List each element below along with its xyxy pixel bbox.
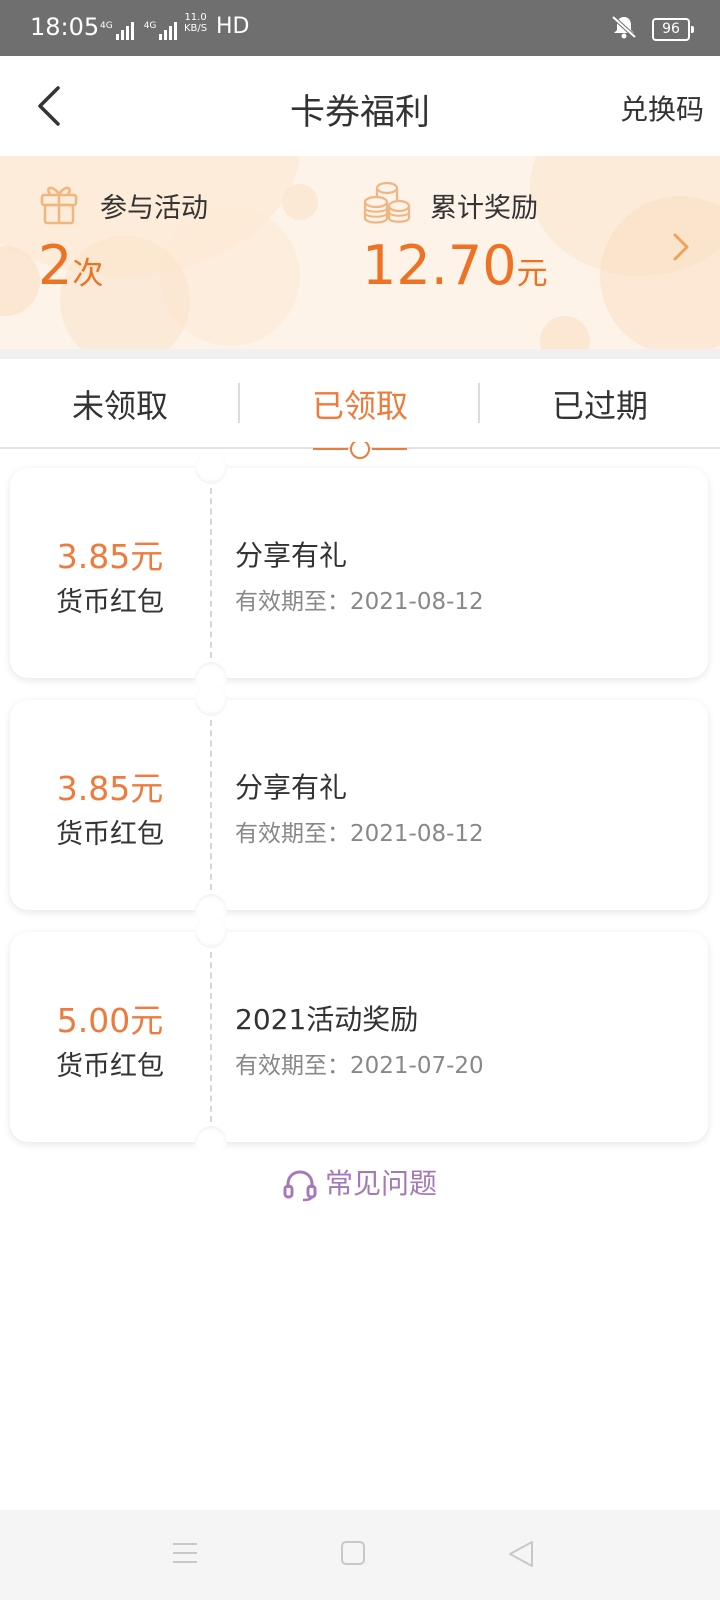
coupon-expiry: 有效期至：2021-08-12 (235, 589, 484, 615)
network-speed-value: 11.0 (184, 12, 207, 23)
network-speed-unit: KB/S (184, 23, 208, 34)
headset-icon (283, 1170, 317, 1202)
coupon-notch (195, 452, 227, 484)
coupon-amount: 3.85元 (56, 769, 164, 808)
header: 卡券福利 兑换码 (0, 56, 720, 156)
coupon-card[interactable]: 3.85元 货币红包 分享有礼 有效期至：2021-08-12 (10, 452, 708, 694)
coupon-notch (195, 684, 227, 716)
silent-bell-icon (610, 14, 638, 44)
coupon-notch (195, 1126, 227, 1158)
banner-decor (540, 316, 590, 349)
signal-1-icon: 4G (100, 22, 134, 40)
coupon-type: 货币红包 (56, 587, 164, 618)
faq-link[interactable]: 常见问题 (0, 1162, 720, 1202)
coupon-card[interactable]: 3.85元 货币红包 分享有礼 有效期至：2021-08-12 (10, 684, 708, 926)
reward-amount: 12.70元 (362, 234, 548, 297)
coupon-amount: 5.00元 (56, 1001, 164, 1040)
system-nav-bar (0, 1510, 720, 1600)
hd-indicator: HD (216, 14, 250, 39)
coupon-dashed-divider (210, 488, 212, 658)
faq-label: 常见问题 (324, 1167, 437, 1200)
coupon-expiry: 有效期至：2021-07-20 (235, 1053, 484, 1079)
coupon-type: 货币红包 (56, 1051, 164, 1082)
chevron-right-icon[interactable] (670, 232, 692, 266)
page-title: 卡券福利 (289, 93, 430, 133)
banner-decor (282, 184, 318, 220)
status-time: 18:05 (30, 13, 100, 41)
coins-icon (362, 180, 412, 230)
coupon-dashed-divider (210, 952, 212, 1122)
back-triangle-icon[interactable] (508, 1540, 534, 1572)
coupon-type: 货币红包 (56, 819, 164, 850)
tab-claimed[interactable]: 已领取 (240, 381, 480, 427)
tab-bar: 未领取 已领取 已过期 (0, 359, 720, 449)
coupon-dashed-divider (210, 720, 212, 890)
battery-indicator: 96 (652, 17, 694, 41)
tab-active-indicator (313, 439, 407, 464)
network-type-2: 4G (143, 21, 157, 31)
gift-icon (38, 181, 80, 229)
coupon-notch (195, 916, 227, 948)
status-right: 96 (610, 14, 694, 44)
participate-count: 2次 (38, 234, 104, 297)
status-bar: 18:05 4G 4G 11.0 KB/S HD 96 (0, 0, 720, 56)
coupon-amount: 3.85元 (56, 537, 164, 576)
coupon-card[interactable]: 5.00元 货币红包 2021活动奖励 有效期至：2021-07-20 (10, 916, 708, 1158)
coupon-title: 分享有礼 (235, 771, 348, 804)
redeem-code-button[interactable]: 兑换码 (620, 88, 704, 128)
tab-expired[interactable]: 已过期 (480, 381, 720, 427)
participate-label: 参与活动 (100, 193, 208, 224)
home-square-icon[interactable] (340, 1540, 366, 1570)
summary-banner[interactable]: 参与活动 2次 累计奖励 12.70元 (0, 156, 720, 349)
coupon-title: 分享有礼 (235, 539, 348, 572)
tab-unclaimed[interactable]: 未领取 (0, 381, 240, 427)
network-speed: 11.0 KB/S (184, 12, 207, 34)
reward-label: 累计奖励 (430, 193, 538, 224)
network-type-1: 4G (100, 21, 113, 31)
coupon-title: 2021活动奖励 (235, 1003, 419, 1036)
coupon-expiry: 有效期至：2021-08-12 (235, 821, 484, 847)
menu-icon[interactable] (172, 1540, 198, 1570)
section-divider (0, 349, 720, 359)
signal-2-icon: 4G (144, 22, 178, 40)
signal-indicators: 4G 4G (100, 22, 178, 40)
